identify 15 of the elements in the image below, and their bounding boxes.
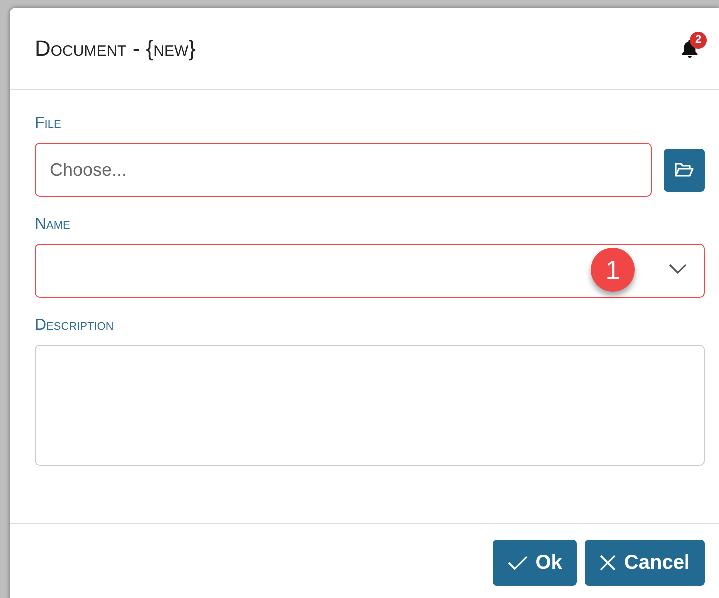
field-label: Description (35, 316, 114, 336)
ok-button[interactable]: Ok (492, 540, 578, 586)
browse-button[interactable] (664, 148, 705, 192)
file-field[interactable]: Choose... (35, 143, 652, 197)
close-icon (600, 555, 616, 571)
check-icon (508, 555, 528, 571)
name-dropdown[interactable] (35, 244, 705, 298)
folder-icon (674, 162, 694, 178)
cancel-button[interactable]: Cancel (585, 540, 705, 586)
description-field[interactable] (35, 345, 705, 466)
notification-count: 2 (690, 32, 707, 48)
field-label: File (35, 114, 62, 134)
chevron-down-icon (669, 264, 687, 274)
field-label: Name (35, 215, 70, 235)
dialog-title: Document - {new} (35, 35, 196, 63)
